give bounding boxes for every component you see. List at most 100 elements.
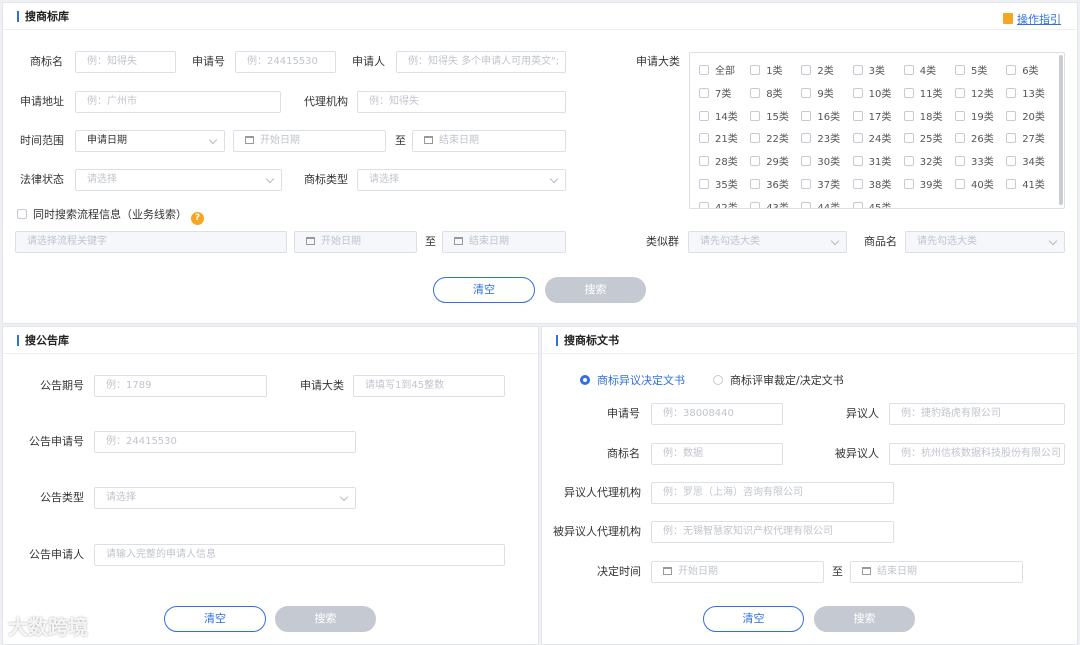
checkbox[interactable] (903, 156, 914, 167)
checkbox[interactable] (699, 133, 709, 144)
radio-review[interactable]: 商标评审裁定/决定文书 (713, 374, 844, 388)
checkbox[interactable] (801, 87, 812, 98)
class-checkbox-item[interactable]: 全部 (699, 65, 735, 78)
address-input[interactable]: 例：广州市 (75, 91, 281, 113)
class-checkbox-item[interactable]: 31类 (852, 156, 891, 169)
checkbox[interactable] (955, 156, 965, 167)
class-checkbox-item[interactable]: 6类 (1006, 65, 1039, 78)
class-checkbox-item[interactable]: 4类 (903, 65, 936, 78)
checkbox[interactable] (903, 133, 914, 144)
checkbox[interactable] (17, 209, 27, 219)
checkbox[interactable] (750, 201, 761, 208)
ann-applicant-input[interactable]: 请输入完整的申请人信息 (94, 544, 505, 566)
announcement-clear-button[interactable]: 清空 (164, 606, 266, 632)
checkbox[interactable] (750, 179, 761, 189)
class-checkbox-item[interactable]: 28类 (699, 156, 738, 169)
checkbox[interactable] (801, 201, 812, 208)
class-checkbox-item[interactable]: 16类 (801, 110, 840, 124)
checkbox[interactable] (955, 179, 965, 189)
time-type-select[interactable]: 申请日期 (75, 130, 225, 152)
class-checkbox-item[interactable]: 21类 (699, 133, 738, 146)
checkbox[interactable] (955, 87, 965, 98)
resp-agency-input[interactable]: 例：无锡智慧家知识产权代理有限公司 (651, 521, 894, 543)
checkbox[interactable] (903, 87, 914, 98)
checkbox[interactable] (852, 110, 863, 121)
checkbox[interactable] (903, 179, 914, 189)
class-checkbox-item[interactable]: 22类 (750, 133, 789, 146)
agency-input[interactable]: 例：知得失 (357, 91, 566, 113)
class-checkbox-item[interactable]: 27类 (1006, 133, 1045, 146)
class-checkbox-item[interactable]: 45类 (852, 201, 891, 208)
trademark-clear-button[interactable]: 清空 (433, 277, 535, 303)
checkbox[interactable] (852, 201, 863, 208)
help-icon[interactable]: ? (191, 212, 204, 225)
checkbox[interactable] (801, 156, 812, 167)
class-checkbox-item[interactable]: 2类 (801, 65, 834, 78)
class-checkbox-item[interactable]: 11类 (903, 87, 943, 101)
applicant-input[interactable]: 例：知得失 多个申请人可用英文"; (396, 51, 566, 73)
checkbox[interactable] (750, 65, 761, 75)
checkbox[interactable] (699, 87, 709, 98)
checkbox[interactable] (801, 179, 812, 189)
class-checkbox-item[interactable]: 40类 (955, 179, 994, 192)
class-checkbox-item[interactable]: 1类 (750, 65, 783, 78)
checkbox[interactable] (852, 133, 863, 144)
class-checkbox-item[interactable]: 43类 (750, 201, 789, 208)
class-checkbox-item[interactable]: 23类 (801, 133, 840, 146)
issue-no-input[interactable]: 例：1789 (94, 375, 267, 397)
checkbox[interactable] (955, 65, 965, 75)
trademark-search-button[interactable]: 搜索 (545, 277, 646, 303)
class-checkbox-item[interactable]: 5类 (955, 65, 987, 78)
class-checkbox-item[interactable]: 18类 (903, 110, 943, 124)
checkbox[interactable] (852, 179, 863, 189)
checkbox[interactable] (801, 110, 812, 121)
class-checkbox-item[interactable]: 29类 (750, 156, 789, 169)
radio-opposition[interactable]: 商标异议决定文书 (580, 374, 685, 388)
opp-agency-input[interactable]: 例：罗思（上海）咨询有限公司 (651, 482, 894, 504)
class-checkbox-item[interactable]: 32类 (903, 156, 943, 169)
checkbox[interactable] (1006, 133, 1017, 144)
end-date-input[interactable]: 结束日期 (412, 130, 566, 152)
class-checkbox-item[interactable]: 35类 (699, 179, 738, 192)
class-checkbox-item[interactable]: 34类 (1006, 156, 1045, 169)
class-checkbox-item[interactable]: 39类 (903, 179, 943, 192)
checkbox[interactable] (699, 179, 709, 189)
class-checkbox-item[interactable]: 10类 (852, 87, 891, 101)
ann-reg-no-input[interactable]: 例：24415530 (94, 431, 356, 453)
checkbox[interactable] (1006, 65, 1017, 75)
checkbox[interactable] (852, 87, 863, 98)
class-checkbox-item[interactable]: 25类 (903, 133, 943, 146)
checkbox[interactable] (1006, 156, 1017, 167)
checkbox[interactable] (699, 65, 709, 75)
class-checkbox-item[interactable]: 13类 (1006, 87, 1045, 101)
checkbox[interactable] (699, 201, 709, 208)
checkbox[interactable] (903, 65, 914, 75)
flow-keyword-select[interactable]: 请选择流程关键字 (15, 231, 287, 253)
class-checkbox-item[interactable]: 19类 (955, 110, 994, 124)
checkbox[interactable] (852, 156, 863, 167)
class-checkbox-item[interactable]: 14类 (699, 110, 738, 124)
class-checkbox-item[interactable]: 33类 (955, 156, 994, 169)
checkbox[interactable] (750, 110, 761, 121)
doc-end-date-input[interactable]: 结束日期 (850, 561, 1023, 583)
checkbox[interactable] (801, 65, 812, 75)
reg-no-input[interactable]: 例：24415530 (235, 51, 336, 73)
doc-reg-no-input[interactable]: 例：38008440 (651, 403, 783, 425)
class-checkbox-item[interactable]: 26类 (955, 133, 994, 146)
class-checkbox-item[interactable]: 44类 (801, 201, 840, 208)
document-search-button[interactable]: 搜索 (814, 606, 915, 632)
respondent-input[interactable]: 例：杭州信核数据科技股份有限公司 (889, 443, 1065, 465)
class-checkbox-item[interactable]: 9类 (801, 87, 834, 101)
flow-start-date-input[interactable]: 开始日期 (294, 231, 417, 253)
class-checkbox-item[interactable]: 36类 (750, 179, 789, 192)
goods-name-select[interactable]: 请先勾选大类 (905, 231, 1065, 253)
legal-status-select[interactable]: 请选择 (75, 169, 282, 191)
flow-search-checkbox[interactable]: 同时搜索流程信息（业务线索）? (17, 208, 204, 225)
doc-name-input[interactable]: 例：数据 (651, 443, 783, 465)
document-clear-button[interactable]: 清空 (703, 606, 804, 632)
checkbox[interactable] (750, 133, 761, 144)
similar-group-select[interactable]: 请先勾选大类 (688, 231, 847, 253)
checkbox[interactable] (955, 110, 965, 121)
class-checkbox-item[interactable]: 3类 (852, 65, 885, 78)
checkbox[interactable] (852, 65, 863, 75)
